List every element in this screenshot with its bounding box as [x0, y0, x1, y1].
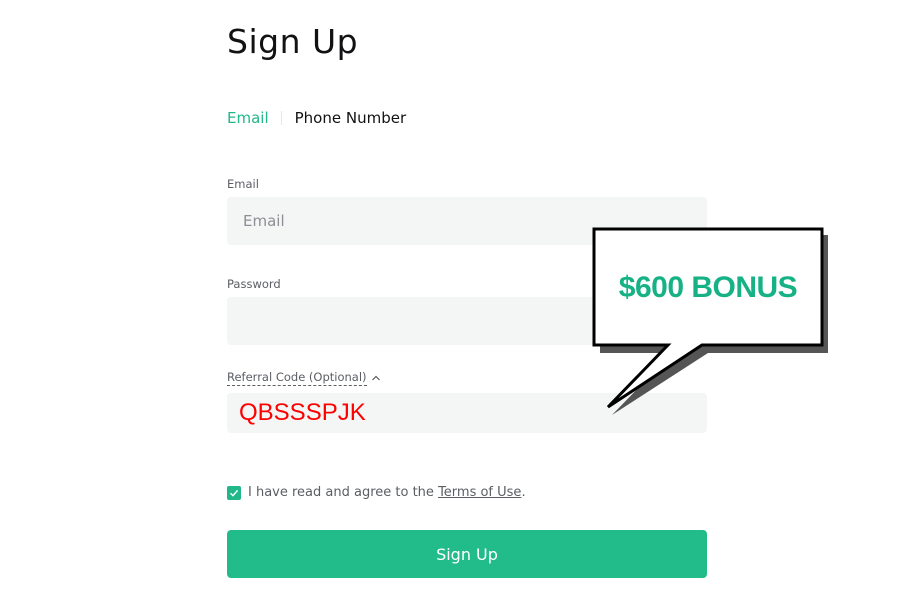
- sign-up-button[interactable]: Sign Up: [227, 530, 707, 578]
- tab-phone-number[interactable]: Phone Number: [295, 109, 407, 127]
- tab-divider: [280, 111, 282, 125]
- terms-agreement: I have read and agree to the Terms of Us…: [227, 485, 526, 500]
- signup-method-tabs: Email Phone Number: [227, 107, 406, 129]
- tab-email[interactable]: Email: [227, 109, 269, 127]
- email-label: Email: [227, 177, 259, 191]
- promo-bonus-text: $600 BONUS: [618, 271, 798, 304]
- agree-checkbox[interactable]: [227, 485, 241, 500]
- referral-code-label: Referral Code (Optional): [227, 370, 367, 386]
- signup-page: Sign Up Email Phone Number Email Passwor…: [0, 0, 900, 600]
- terms-of-use-link[interactable]: Terms of Use: [438, 485, 521, 500]
- password-label: Password: [227, 277, 281, 291]
- agree-suffix: .: [521, 485, 526, 500]
- page-title: Sign Up: [227, 22, 359, 61]
- referral-code-toggle[interactable]: Referral Code (Optional): [227, 370, 381, 386]
- chevron-up-icon: [371, 375, 380, 381]
- agree-text: I have read and agree to the: [248, 485, 434, 500]
- check-icon: [230, 489, 239, 497]
